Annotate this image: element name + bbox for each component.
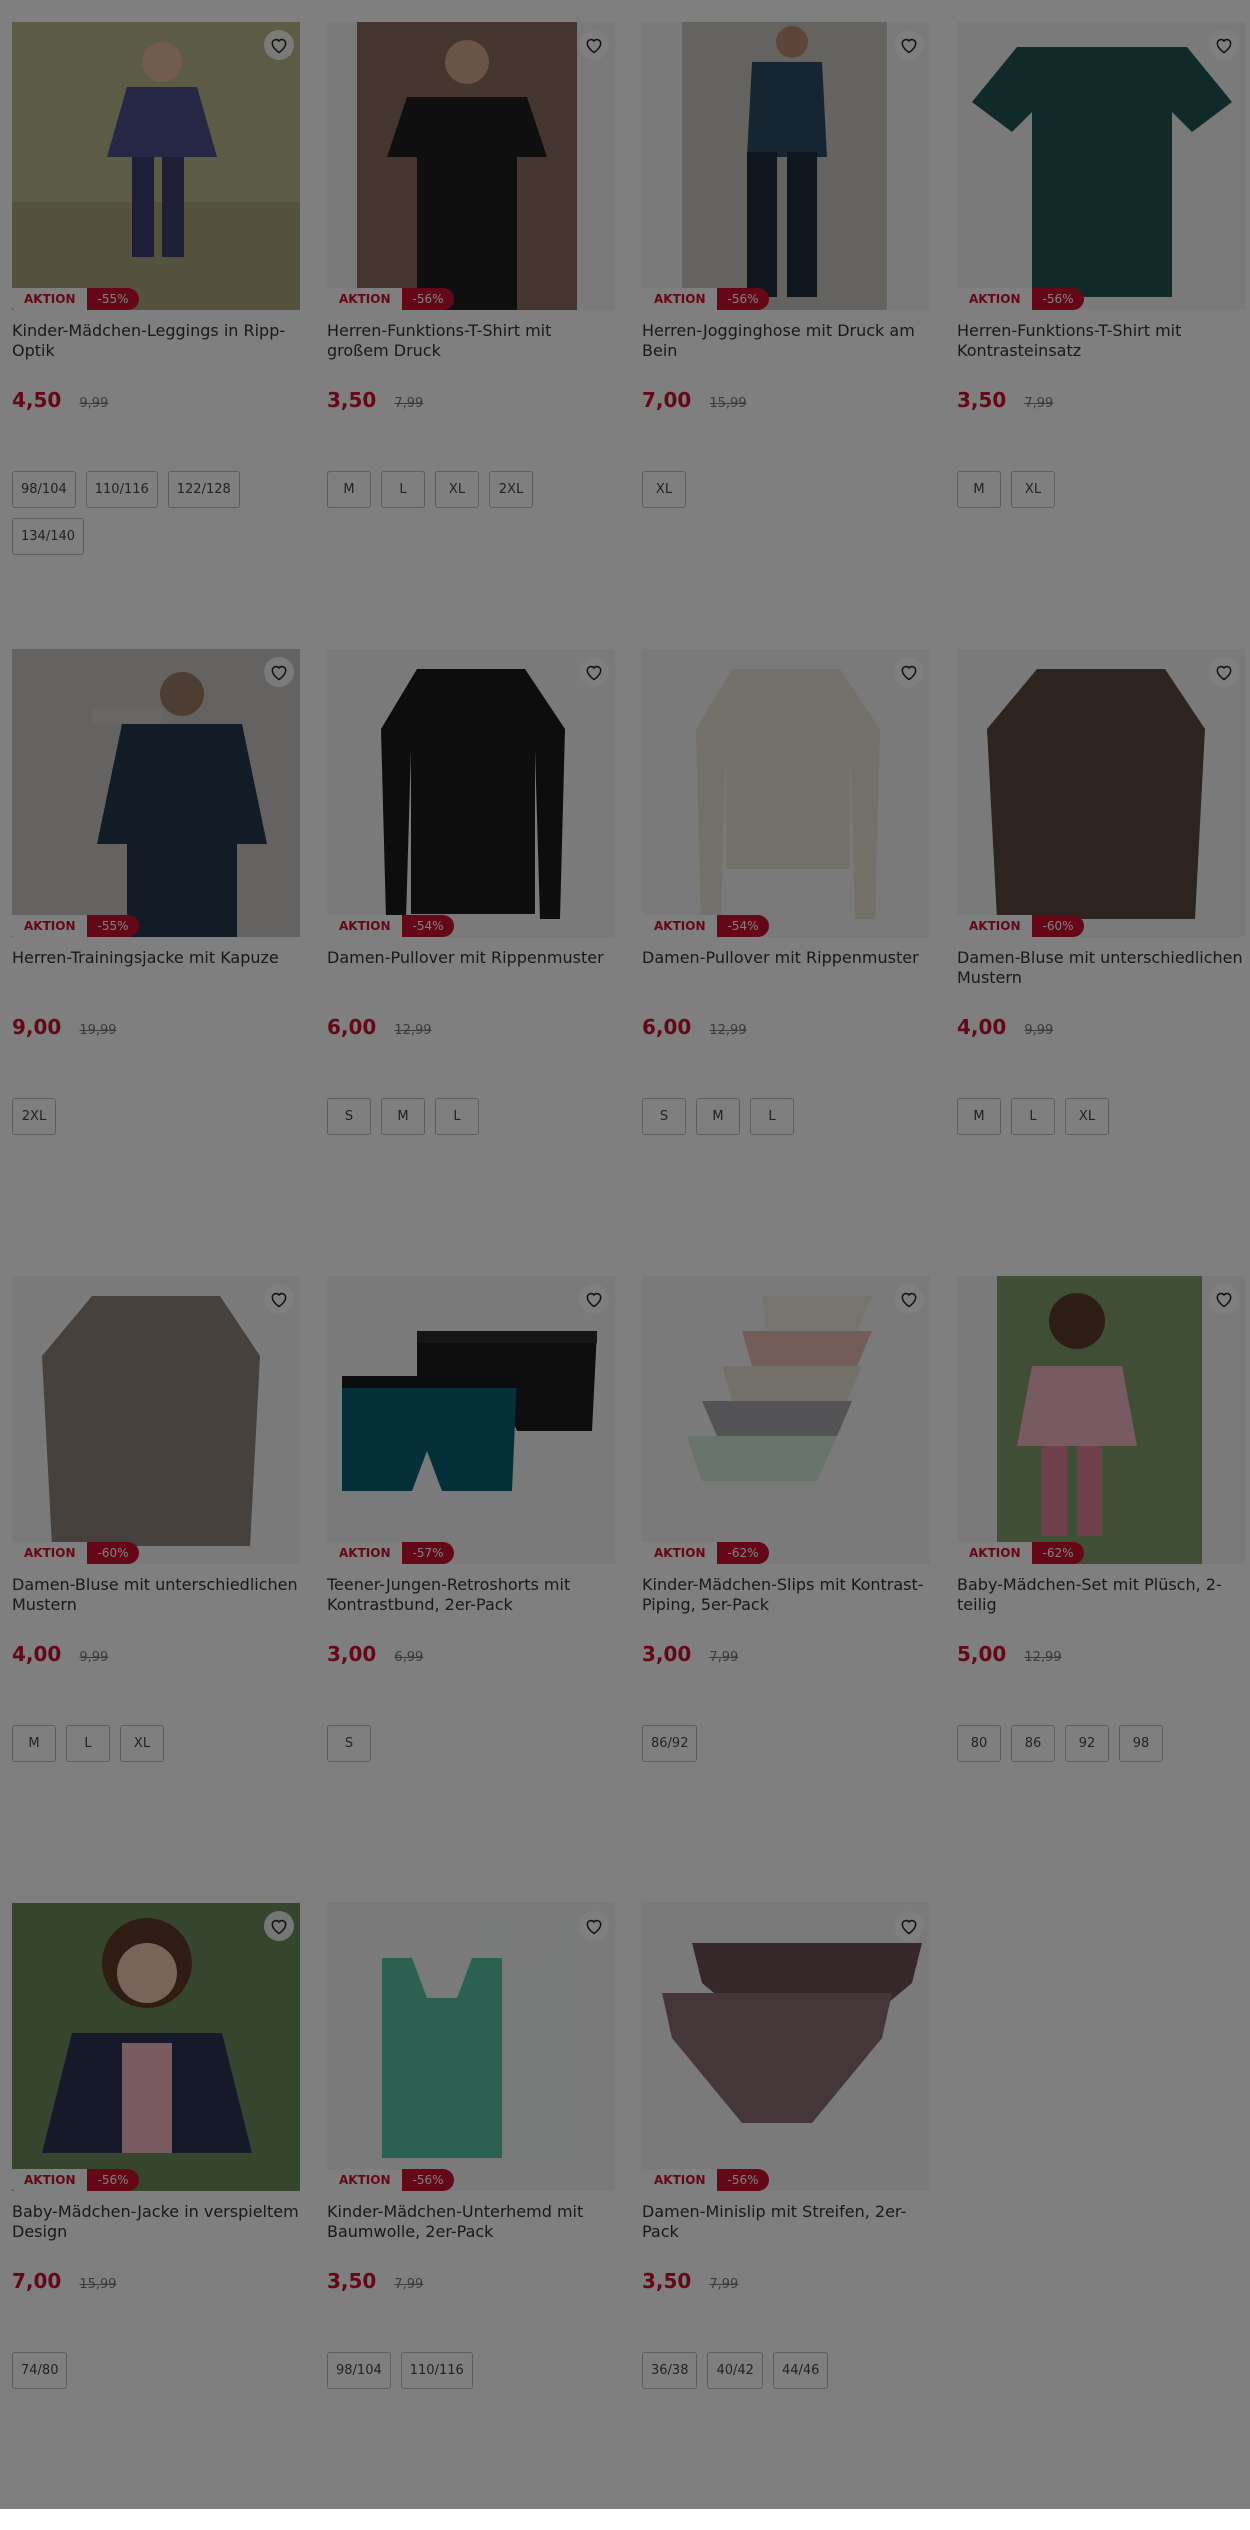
modal-backdrop-overlay[interactable] [0,0,1250,2509]
